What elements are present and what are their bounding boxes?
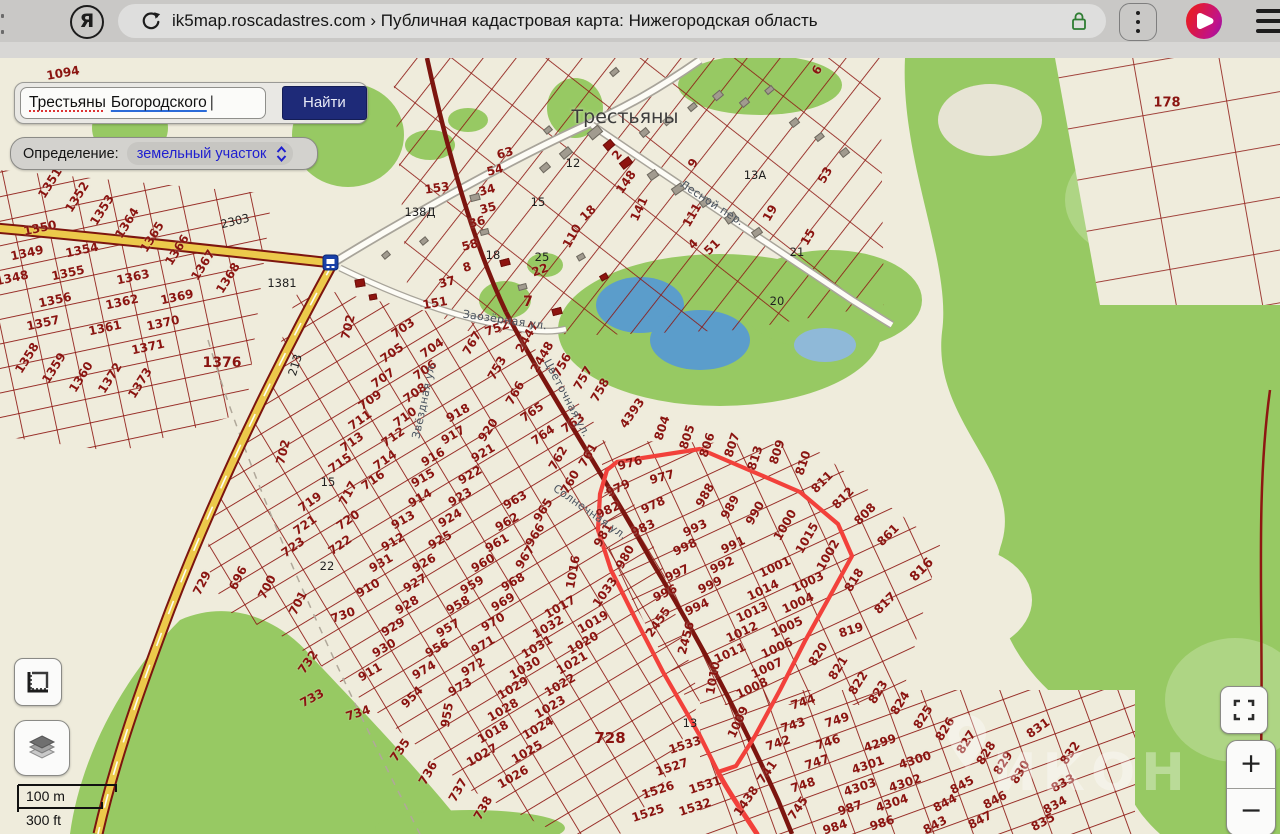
map-canvas[interactable] [0,58,1280,834]
kebab-menu-button[interactable] [1119,3,1157,41]
filter-panel: Определение: земельный участок [10,137,318,170]
search-input[interactable]: Трестьяны Богородского | [20,87,266,119]
toolbar-strip [0,42,1280,59]
address-label: 18 [486,248,501,262]
address-label: 22 [320,559,335,573]
scale-label-metric: 100 m [26,788,65,804]
text-caret: | [210,94,214,112]
parcel-label: 728 [594,729,625,747]
hamburger-menu-icon[interactable] [1256,9,1280,33]
address-label: 15 [531,195,546,209]
zoom-in-button[interactable]: + [1227,741,1275,789]
window-edge-dots [0,0,8,42]
address-label: 20 [770,294,785,308]
scale-bar: 100 m 300 ft [14,780,129,832]
filter-value: земельный участок [137,146,267,162]
search-word-1: Трестьяны [29,94,106,112]
reload-icon[interactable] [140,10,162,32]
select-arrows-icon [276,146,287,162]
alice-triangle-icon [1186,3,1222,39]
scale-label-imperial: 300 ft [26,812,61,828]
measure-button[interactable] [14,658,62,706]
browser-toolbar: Я ik5map.roscadastres.com › Публичная ка… [0,0,1280,42]
map-viewport[interactable]: 1094135113521353136413651366136713681350… [0,58,1280,834]
address-label: 13 [683,716,698,730]
search-word-2: Богородского [111,94,207,112]
parcel-label: 1376 [203,355,242,371]
alice-logo[interactable] [1186,3,1222,39]
zoom-out-button[interactable]: − [1227,788,1275,834]
browser-window: Я ik5map.roscadastres.com › Публичная ка… [0,0,1280,834]
address-label: 1381 [267,276,296,290]
address-label: 12 [566,156,581,170]
bus-stop-icon [323,255,338,270]
address-label: 15 [321,475,336,489]
zoom-control: + − [1226,740,1276,834]
filter-label: Определение: [23,146,119,162]
ruler-icon [24,668,52,696]
fullscreen-button[interactable] [1220,686,1268,734]
parcel-label: 178 [1153,96,1180,111]
address-label: 138Д [405,205,436,219]
town-label: Трестьяны [572,106,679,128]
lock-icon [1070,10,1088,32]
layers-button[interactable] [14,720,70,776]
yandex-logo[interactable]: Я [70,5,104,39]
address-label: 13А [744,168,767,182]
layers-icon [25,731,59,765]
building [354,278,365,288]
parcel-label: 7 [523,294,533,310]
url-text: ik5map.roscadastres.com › Публичная када… [172,11,1070,31]
search-panel: Трестьяны Богородского | Найти [14,82,368,124]
find-button[interactable]: Найти [282,86,367,120]
filter-select[interactable]: земельный участок [127,142,294,165]
address-label: 21 [790,245,805,259]
fullscreen-icon [1233,699,1255,721]
address-bar[interactable]: ik5map.roscadastres.com › Публичная када… [118,4,1106,38]
